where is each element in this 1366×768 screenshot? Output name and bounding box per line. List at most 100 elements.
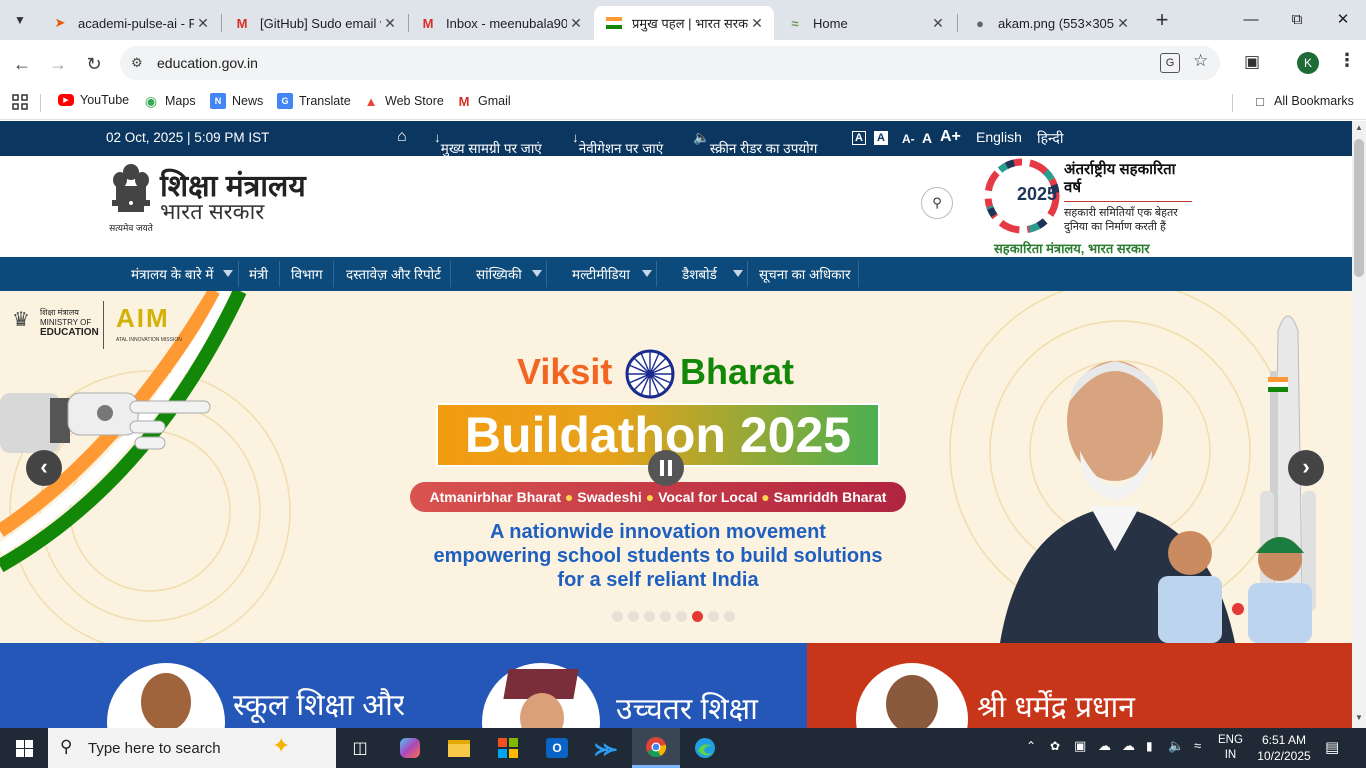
font-increase-button[interactable]: A+ <box>940 128 961 146</box>
cooperative-year-banner[interactable]: 2025 अंतर्राष्ट्रीय सहकारिता वर्ष सहकारी… <box>982 156 1196 256</box>
tab-search-button[interactable]: ▼ <box>8 8 32 32</box>
tab-active-education[interactable]: प्रमुख पहल | भारत सरक ✕ <box>594 6 774 40</box>
scroll-down-icon[interactable]: ▼ <box>1355 713 1363 722</box>
edge-icon[interactable] <box>681 728 729 768</box>
site-info-icon[interactable]: ⚙ <box>131 55 143 71</box>
skip-to-main-link[interactable]: ↓ मुख्य सामग्री पर जाएं <box>434 130 542 156</box>
language-indicator[interactable]: ENG IN <box>1218 733 1243 763</box>
new-tab-button[interactable]: + <box>1149 7 1175 33</box>
restore-button[interactable]: ⧉ <box>1282 8 1312 32</box>
scroll-up-icon[interactable]: ▲ <box>1355 123 1363 132</box>
start-button[interactable] <box>0 728 48 768</box>
copilot-icon[interactable] <box>386 728 434 768</box>
nav-dashboard[interactable]: डैशबोर्ड <box>682 265 717 283</box>
language-hindi-link[interactable]: हिन्दी <box>1037 129 1063 148</box>
outlook-icon[interactable]: O <box>533 728 581 768</box>
card-school-education[interactable]: स्कूल शिक्षा और <box>0 643 405 728</box>
carousel-dot[interactable] <box>644 611 655 622</box>
home-icon[interactable]: ⌂ <box>397 128 407 146</box>
close-icon[interactable]: ✕ <box>567 15 585 32</box>
minimize-button[interactable]: — <box>1236 8 1266 32</box>
close-icon[interactable]: ✕ <box>381 15 399 32</box>
bookmark-maps[interactable]: ◉ Maps <box>143 93 196 109</box>
carousel-dot[interactable] <box>612 611 623 622</box>
carousel-pause-button[interactable] <box>648 450 684 486</box>
nav-documents-reports[interactable]: दस्तावेज़ और रिपोर्ट <box>346 265 441 283</box>
national-emblem-logo[interactable]: सत्यमेव जयते <box>106 162 156 233</box>
chrome-icon[interactable] <box>632 728 680 768</box>
close-icon[interactable]: ✕ <box>929 15 947 32</box>
carousel-next-button[interactable]: › <box>1288 450 1324 486</box>
carousel-dot[interactable] <box>628 611 639 622</box>
tab-academi-pulse[interactable]: ➤ academi-pulse-ai - Re ✕ <box>40 6 220 40</box>
carousel-dot[interactable] <box>724 611 735 622</box>
all-bookmarks-button[interactable]: □ All Bookmarks <box>1252 93 1354 109</box>
tab-home[interactable]: ≈ Home ✕ <box>775 6 955 40</box>
card-minister[interactable]: श्री धर्मेंद्र प्रधान <box>807 643 1352 728</box>
chevron-down-icon[interactable] <box>733 270 743 277</box>
tab-inbox[interactable]: M Inbox - meenubala90 ✕ <box>408 6 593 40</box>
nav-department[interactable]: विभाग <box>291 265 323 283</box>
nav-rti[interactable]: सूचना का अधिकार <box>759 265 851 283</box>
address-bar[interactable]: ⚙ education.gov.in G ☆ <box>120 46 1220 80</box>
chevron-down-icon[interactable] <box>642 270 652 277</box>
bookmark-youtube[interactable]: ▶ YouTube <box>58 93 129 107</box>
show-hidden-icons[interactable]: ⌃ <box>1026 739 1036 753</box>
bookmark-gmail[interactable]: M Gmail <box>456 93 511 109</box>
nav-minister[interactable]: मंत्री <box>249 265 268 283</box>
tray-app-icon[interactable]: ✿ <box>1050 739 1060 753</box>
contrast-dark-button[interactable]: A <box>852 131 866 145</box>
task-view-icon[interactable]: ◫ <box>336 728 384 768</box>
file-explorer-icon[interactable] <box>435 728 483 768</box>
bookmark-translate[interactable]: G Translate <box>277 93 351 109</box>
camera-icon[interactable]: ▣ <box>1074 738 1086 754</box>
clock[interactable]: 6:51 AM 10/2/2025 <box>1256 732 1312 764</box>
chevron-down-icon[interactable] <box>532 270 542 277</box>
tab-github-email[interactable]: M [GitHub] Sudo email v ✕ <box>222 6 407 40</box>
nav-multimedia[interactable]: मल्टीमीडिया <box>572 265 630 283</box>
font-normal-button[interactable]: A <box>922 130 932 146</box>
reload-button[interactable]: ↻ <box>80 50 108 78</box>
carousel-dot[interactable] <box>676 611 687 622</box>
font-decrease-button[interactable]: A- <box>902 132 915 146</box>
bookmark-webstore[interactable]: ▲ Web Store <box>363 93 444 109</box>
volume-icon[interactable]: 🔈 <box>1168 738 1184 754</box>
skip-to-nav-link[interactable]: ↓ नेवीगेशन पर जाएं <box>572 130 663 156</box>
battery-icon[interactable]: ▮ <box>1146 739 1153 753</box>
carousel-dot[interactable] <box>660 611 671 622</box>
apps-grid-icon[interactable] <box>12 94 28 110</box>
nav-statistics[interactable]: सांख्यिकी <box>476 265 522 283</box>
close-window-button[interactable]: ✕ <box>1328 8 1358 32</box>
contrast-light-button[interactable]: A <box>874 131 888 145</box>
translate-page-icon[interactable]: G <box>1160 53 1180 73</box>
bookmark-star-icon[interactable]: ☆ <box>1193 51 1208 71</box>
screen-reader-link[interactable]: 🔈 स्क्रीन रीडर का उपयोग <box>693 130 817 156</box>
back-button[interactable]: ← <box>8 50 36 78</box>
close-icon[interactable]: ✕ <box>748 15 766 32</box>
bookmark-news[interactable]: N News <box>210 93 263 109</box>
wifi-icon[interactable]: ≈ <box>1194 738 1201 753</box>
page-scrollbar[interactable]: ▲ ▼ <box>1352 121 1366 728</box>
cloud-icon[interactable]: ☁ <box>1098 738 1111 754</box>
scroll-thumb[interactable] <box>1354 139 1364 277</box>
carousel-dot-active[interactable] <box>692 611 703 622</box>
nav-about-ministry[interactable]: मंत्रालय के बारे में <box>131 265 213 283</box>
forward-button[interactable]: → <box>44 50 72 78</box>
profile-avatar[interactable]: K <box>1297 52 1319 74</box>
hero-carousel[interactable]: ♛ शिक्षा मंत्रालय MINISTRY OF EDUCATION … <box>0 291 1352 643</box>
tab-akam-png[interactable]: ● akam.png (553×305) ✕ <box>960 6 1140 40</box>
carousel-prev-button[interactable]: ‹ <box>26 450 62 486</box>
language-english-link[interactable]: English <box>976 129 1022 145</box>
close-icon[interactable]: ✕ <box>194 15 212 32</box>
card-higher-education[interactable]: उच्चतर शिक्षा <box>404 643 807 728</box>
microsoft-store-icon[interactable] <box>484 728 532 768</box>
notifications-icon[interactable]: ▤ <box>1325 738 1339 756</box>
taskbar-search-box[interactable]: ⚲ Type here to search ✦ <box>48 728 336 768</box>
vscode-icon[interactable]: ⪼ <box>582 728 630 768</box>
chevron-down-icon[interactable] <box>223 270 233 277</box>
carousel-dot[interactable] <box>708 611 719 622</box>
close-icon[interactable]: ✕ <box>1114 15 1132 32</box>
site-search-button[interactable]: ⚲ <box>921 187 953 219</box>
chrome-menu-icon[interactable]: ⋮ <box>1338 50 1356 71</box>
extensions-icon[interactable]: ▣ <box>1244 52 1260 72</box>
